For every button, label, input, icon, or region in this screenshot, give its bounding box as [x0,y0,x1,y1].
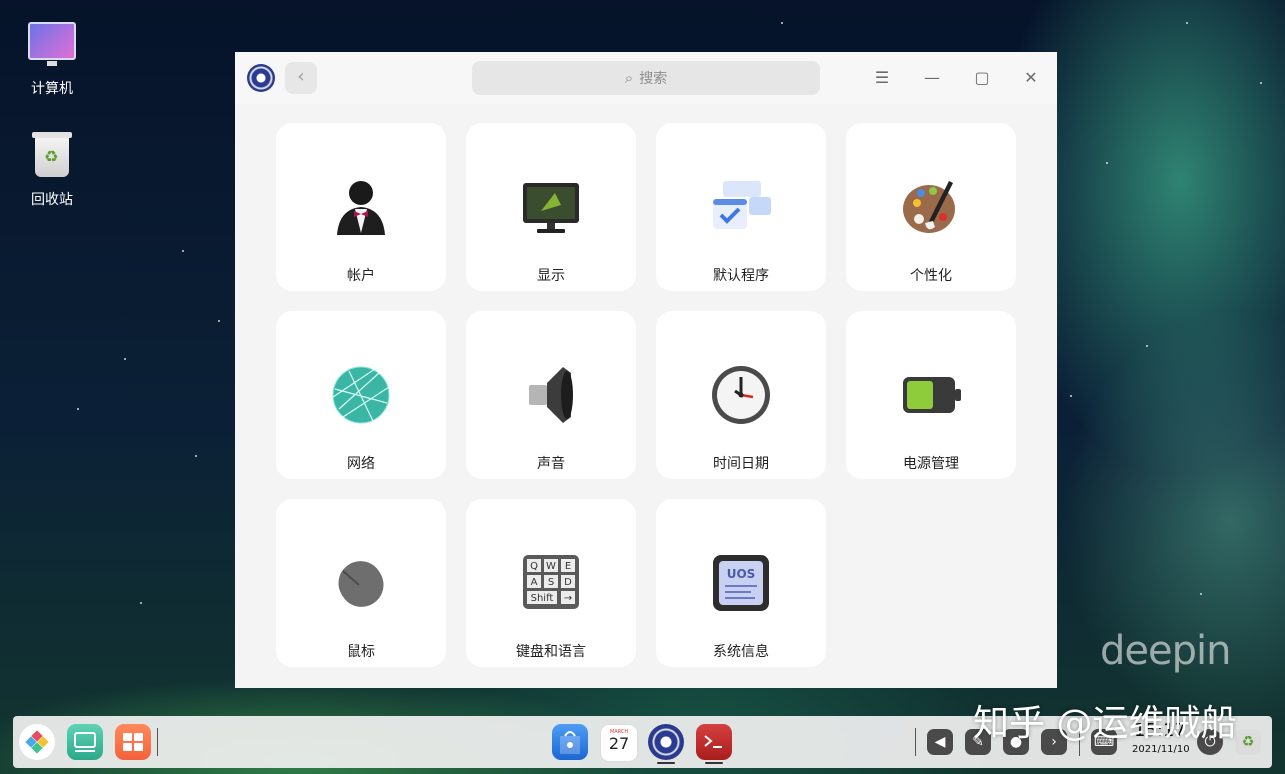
app-store-button[interactable] [552,724,588,760]
terminal-icon [704,735,722,748]
key-label: S [548,577,554,588]
deepin-watermark: deepin [1100,628,1231,674]
module-label: 电源管理 [903,456,959,472]
key-label: A [531,577,538,588]
module-keyboard[interactable]: Q W E A S D Shift → 键盘和语言 [466,499,636,667]
dock-separator [915,728,916,756]
module-label: 声音 [537,456,565,472]
menu-button[interactable]: ☰ [870,66,894,90]
key-label: E [565,561,571,572]
module-power[interactable]: 电源管理 [846,311,1016,479]
desktop-icon-label: 回收站 [31,192,73,208]
battery-icon [903,377,961,413]
keyboard-icon: Q W E A S D Shift → [523,555,579,609]
module-default-apps[interactable]: 默认程序 [656,123,826,291]
datetime-icon [712,366,770,424]
search-input[interactable]: ⌕ 搜索 [472,61,820,95]
key-label: Q [530,561,538,572]
search-icon: ⌕ [624,69,634,87]
menu-icon: ☰ [874,68,890,87]
account-icon [337,181,385,235]
titlebar: ‹ ⌕ 搜索 ☰ — ▢ ✕ [235,52,1057,104]
module-label: 时间日期 [713,456,769,472]
system-info-icon: UOS [713,555,769,611]
dock-separator [157,728,158,756]
control-center-window: ‹ ⌕ 搜索 ☰ — ▢ ✕ 帐户 显示 默认程序 个性化 网络 声音 时间日期… [235,52,1057,688]
maximize-button[interactable]: ▢ [970,66,994,90]
launcher-button[interactable] [19,724,55,760]
module-system-info[interactable]: UOS 系统信息 [656,499,826,667]
module-account[interactable]: 帐户 [276,123,446,291]
key-label: → [564,593,572,604]
module-label: 鼠标 [347,644,375,660]
network-icon [332,366,390,424]
back-button[interactable]: ‹ [285,62,317,94]
default-apps-icon [713,181,771,229]
module-mouse[interactable]: 鼠标 [276,499,446,667]
control-center-dock-button[interactable] [648,724,684,760]
chevron-left-icon: ‹ [297,66,305,87]
module-label: 键盘和语言 [516,644,586,660]
key-label: W [546,561,556,572]
module-label: 显示 [537,268,565,284]
show-desktop-button[interactable] [115,724,151,760]
module-label: 网络 [347,456,375,472]
trash-icon: ♻ [32,132,72,177]
close-icon: ✕ [1024,68,1038,87]
volume-button[interactable]: ◀ [927,729,953,755]
calendar-day: 27 [608,734,630,753]
running-indicator [705,762,723,764]
key-label: D [564,577,572,588]
module-network[interactable]: 网络 [276,311,446,479]
desktop-icon-label: 计算机 [31,81,73,97]
module-label: 系统信息 [713,644,769,660]
trash-icon: ♻ [1241,734,1255,750]
multitask-icon [74,732,96,752]
zhihu-watermark: 知乎 @运维贼船 [973,703,1237,744]
maximize-icon: ▢ [974,68,990,87]
module-label: 默认程序 [713,268,769,284]
module-sound[interactable]: 声音 [466,311,636,479]
display-icon [523,183,579,233]
terminal-button[interactable] [696,724,732,760]
module-label: 帐户 [347,268,375,284]
control-center-logo-icon [247,64,275,92]
mouse-icon [338,561,384,607]
calendar-button[interactable]: MARCH 27 [600,724,638,762]
close-button[interactable]: ✕ [1019,66,1043,90]
minimize-icon: — [924,68,940,87]
uos-text: UOS [727,567,756,581]
module-datetime[interactable]: 时间日期 [656,311,826,479]
personalization-icon [903,181,955,233]
trash-dock-button[interactable]: ♻ [1235,729,1261,755]
desktop-grid-icon [123,733,143,751]
module-display[interactable]: 显示 [466,123,636,291]
app-store-icon [560,731,580,754]
sound-icon [529,367,573,423]
volume-icon: ◀ [934,734,946,750]
module-personalization[interactable]: 个性化 [846,123,1016,291]
module-label: 个性化 [910,268,952,284]
desktop-icon-computer[interactable]: 计算机 [12,22,92,98]
launcher-icon [25,730,49,754]
key-label: Shift [531,593,554,604]
running-indicator [657,762,675,764]
multitask-view-button[interactable] [67,724,103,760]
search-placeholder: 搜索 [639,71,668,87]
minimize-button[interactable]: — [920,66,944,90]
desktop-icon-trash[interactable]: ♻ 回收站 [12,132,92,209]
computer-icon [28,22,76,66]
